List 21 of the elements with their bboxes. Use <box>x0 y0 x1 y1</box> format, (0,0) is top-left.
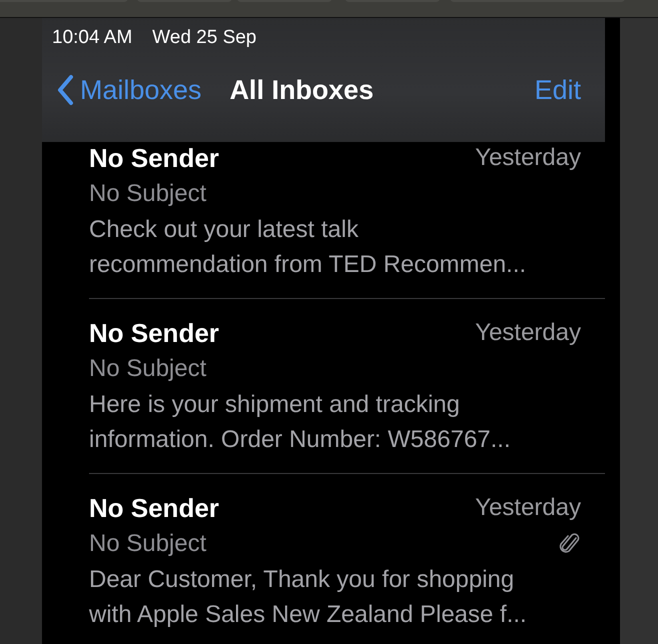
message-sender: No Sender <box>89 318 220 348</box>
chevron-left-icon <box>56 74 74 106</box>
message-subject: No Subject <box>89 355 206 383</box>
message-date: Yesterday <box>475 144 581 172</box>
message-preview: Dear Customer, Thank you for shopping <box>89 565 516 595</box>
edit-button[interactable]: Edit <box>534 74 581 106</box>
message-preview: Check out your latest talk <box>89 215 360 245</box>
message-subject: No Subject <box>89 530 206 558</box>
message-sender: No Sender <box>89 492 220 524</box>
message-date: Yesterday <box>475 319 581 347</box>
message-preview: information. Order Number: W586767... <box>89 425 512 455</box>
back-button[interactable]: Mailboxes <box>56 74 202 106</box>
message-preview: with Apple Sales New Zealand Please f... <box>89 600 528 630</box>
screen-title: All Inboxes <box>230 74 375 106</box>
message-sender: No Sender <box>89 142 220 174</box>
status-time: 10:04 AM <box>52 27 132 49</box>
message-preview: Here is your shipment and tracking <box>89 390 461 420</box>
status-date: Wed 25 Sep <box>152 27 257 49</box>
message-preview: recommendation from TED Recommen... <box>89 250 528 280</box>
message-subject: No Subject <box>89 180 206 208</box>
message-date: Yesterday <box>475 494 581 522</box>
